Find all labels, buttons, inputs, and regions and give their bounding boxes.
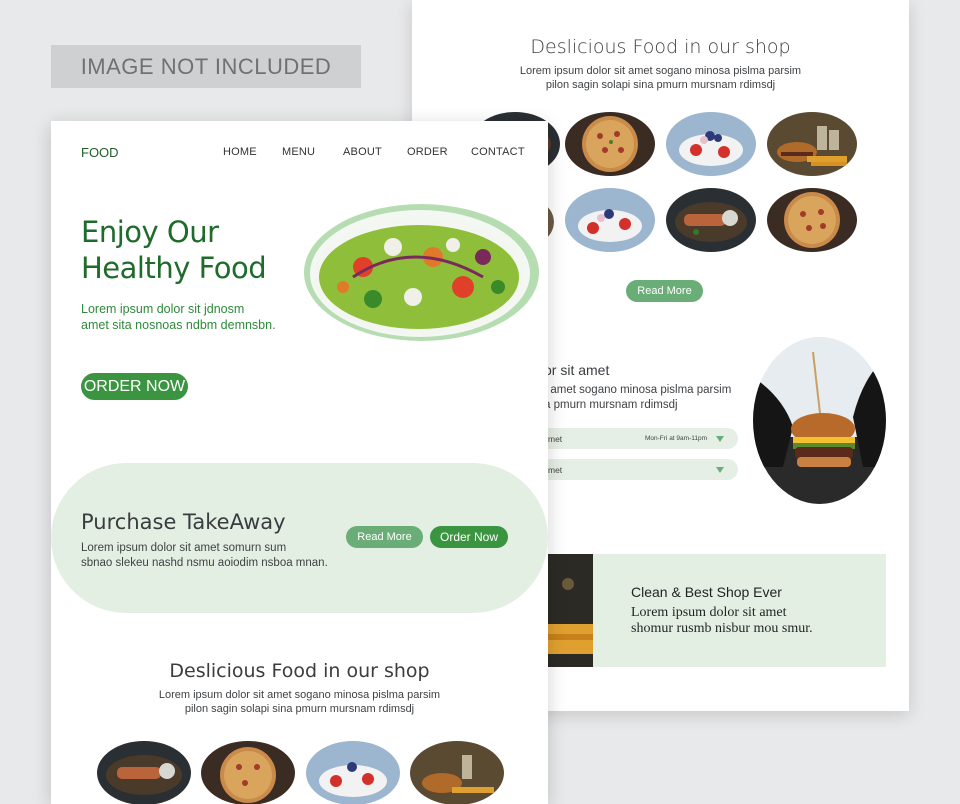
dropdown-arrow-icon (716, 436, 724, 442)
shop-section-desc: Lorem ipsum dolor sit amet sogano minosa… (158, 689, 441, 715)
back-mid-title: or sit amet (544, 362, 610, 378)
back-section-title: Deslicious Food in our shop (530, 36, 791, 58)
front-page-mockup: FOOD HOME MENU ABOUT ORDER CONTACT Enjoy… (51, 121, 548, 804)
hours-text: Mon-Fri at 9am-11pm (645, 435, 708, 442)
back-select-1[interactable]: met Mon-Fri at 9am-11pm (532, 428, 738, 449)
food-thumb-dessert-2[interactable] (565, 188, 655, 252)
band-desc: Lorem ipsum dolor sit amet shomur rusmb … (631, 605, 813, 636)
hero-title: Enjoy Our Healthy Food (81, 215, 267, 285)
dropdown-arrow-icon (716, 467, 724, 473)
purchase-order-now-button[interactable]: Order Now (430, 526, 508, 548)
shop-section-title: Deslicious Food in our shop (169, 660, 430, 682)
band-food-photo (548, 554, 593, 667)
salad-photo (313, 217, 525, 335)
food-thumb-ribs-2[interactable] (666, 188, 756, 252)
food-thumb-dessert-front[interactable] (306, 741, 400, 804)
burger-photo (753, 337, 886, 504)
food-thumb-pizza-2[interactable] (767, 188, 857, 252)
nav-menu[interactable]: MENU (282, 146, 315, 158)
hero-subtitle: Lorem ipsum dolor sit jdnosm amet sita n… (81, 302, 276, 332)
back-section-desc: Lorem ipsum dolor sit amet sogano minosa… (519, 65, 802, 91)
food-thumb-pizza[interactable] (565, 112, 655, 176)
nav-order[interactable]: ORDER (407, 146, 448, 158)
purchase-read-more-button[interactable]: Read More (346, 526, 423, 548)
back-read-more-button[interactable]: Read More (626, 280, 703, 302)
nav-about[interactable]: ABOUT (343, 146, 382, 158)
food-thumb-ribs-front[interactable] (97, 741, 191, 804)
back-select-2[interactable]: met (532, 459, 738, 480)
site-logo[interactable]: FOOD (81, 145, 119, 160)
nav-home[interactable]: HOME (223, 146, 257, 158)
purchase-desc: Lorem ipsum dolor sit amet somurn sum sb… (81, 542, 328, 569)
food-thumb-burger-front[interactable] (410, 741, 504, 804)
back-mid-desc: t amet sogano minosa pislma parsim a pmu… (544, 384, 732, 411)
band-title: Clean & Best Shop Ever (631, 584, 782, 600)
food-thumb-pizza-front[interactable] (201, 741, 295, 804)
purchase-title: Purchase TakeAway (81, 510, 286, 534)
image-not-included-badge: IMAGE NOT INCLUDED (51, 45, 361, 88)
nav-contact[interactable]: CONTACT (471, 146, 525, 158)
food-thumb-burger-fries[interactable] (767, 112, 857, 176)
order-now-button[interactable]: ORDER NOW (81, 373, 188, 400)
food-thumb-dessert[interactable] (666, 112, 756, 176)
